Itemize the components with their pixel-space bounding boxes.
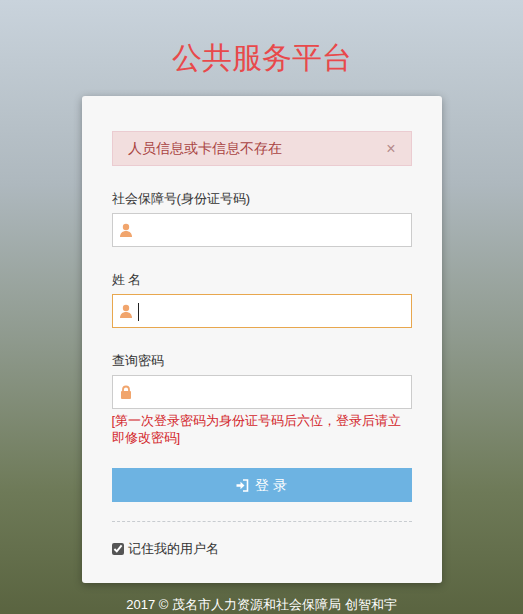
- field-label: 查询密码: [112, 352, 412, 370]
- footer: 2017 © 茂名市人力资源和社会保障局 创智和宇: [126, 595, 396, 614]
- sign-in-icon: [236, 479, 249, 492]
- remember-row[interactable]: 记住我的用户名: [112, 539, 412, 559]
- field-label: 姓 名: [112, 271, 412, 289]
- field-label: 社会保障号(身份证号码): [112, 190, 412, 208]
- divider: [112, 521, 412, 522]
- login-card: 人员信息或卡信息不存在 × 社会保障号(身份证号码) 姓 名查询密码 [第一次登录密码为…: [82, 96, 442, 583]
- text-input[interactable]: [112, 375, 412, 409]
- form-field: 查询密码: [112, 352, 412, 409]
- text-caret: [138, 303, 139, 321]
- password-hint: [第一次登录密码为身份证号码后六位，登录后请立即修改密码]: [112, 412, 412, 446]
- input-field[interactable]: [113, 214, 411, 246]
- remember-label: 记住我的用户名: [128, 539, 219, 559]
- alert-message: 人员信息或卡信息不存在: [128, 138, 282, 159]
- remember-checkbox[interactable]: [112, 543, 124, 555]
- close-button[interactable]: ×: [386, 141, 395, 157]
- login-label: 登 录: [255, 475, 287, 496]
- form-field: 社会保障号(身份证号码): [112, 190, 412, 247]
- form-field: 姓 名: [112, 271, 412, 328]
- input-field[interactable]: [113, 376, 411, 408]
- input-field[interactable]: [113, 295, 411, 327]
- page-title: 公共服务平台: [172, 40, 352, 76]
- text-input[interactable]: [112, 294, 412, 328]
- login-button[interactable]: 登 录: [112, 468, 412, 502]
- text-input[interactable]: [112, 213, 412, 247]
- error-alert: 人员信息或卡信息不存在 ×: [112, 131, 412, 166]
